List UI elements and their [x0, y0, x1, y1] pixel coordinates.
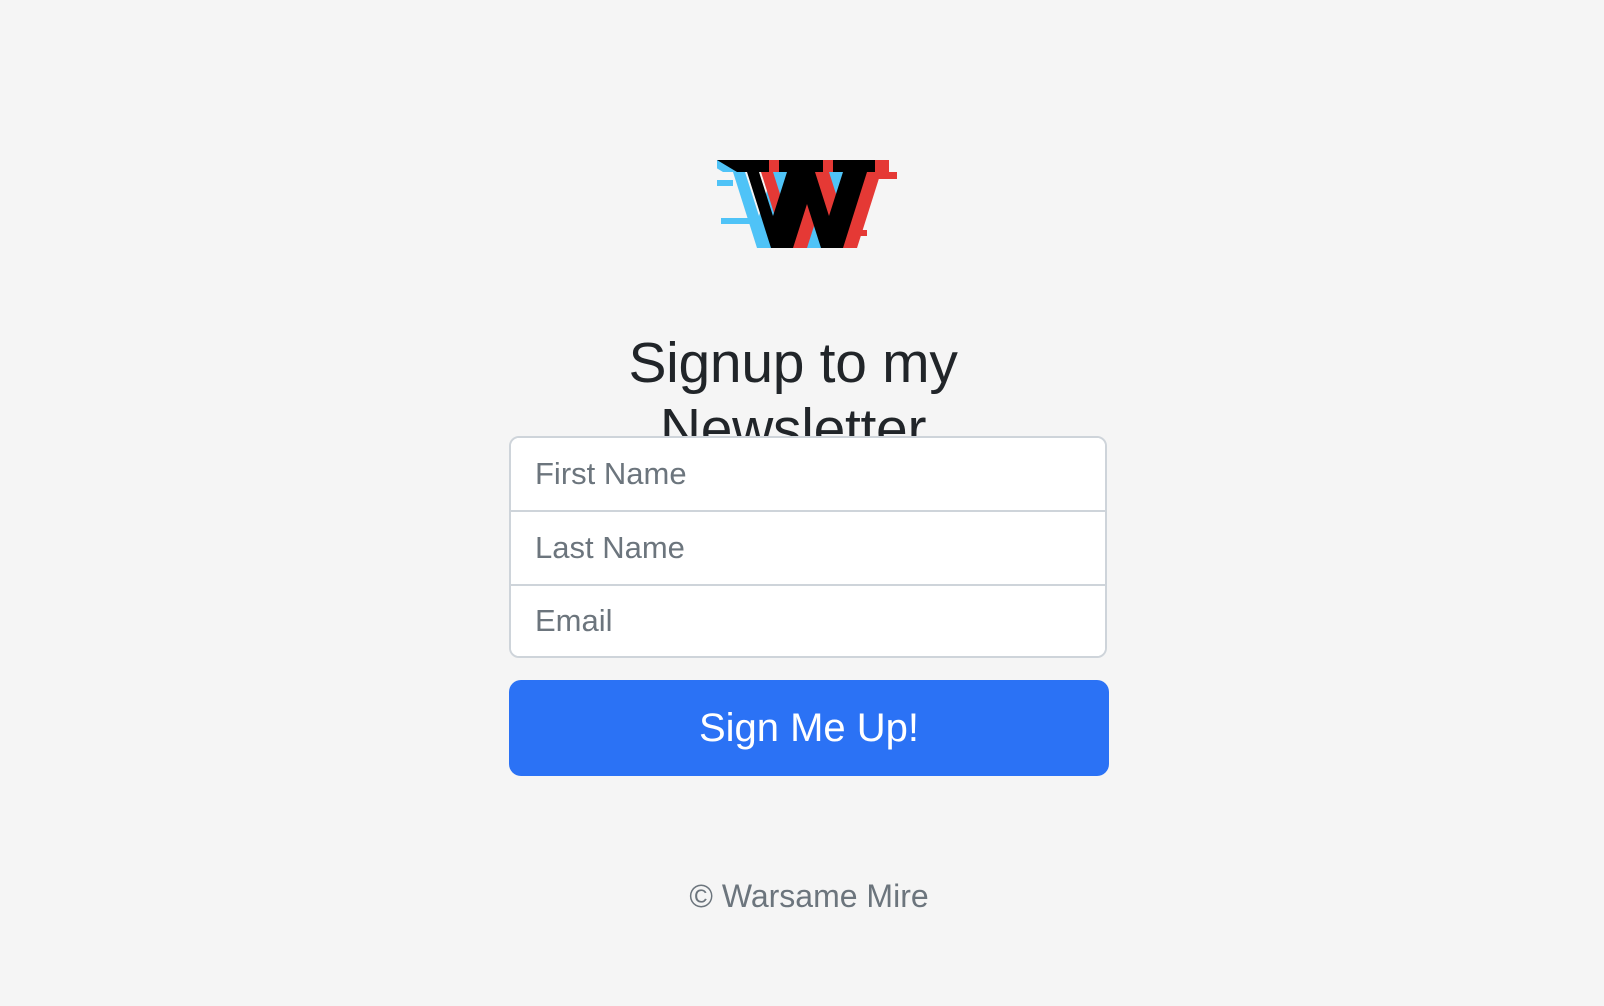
sign-up-button[interactable]: Sign Me Up!: [509, 680, 1109, 776]
signup-page: Signup to my Newsletter Sign Me Up! © Wa…: [0, 0, 1604, 1006]
logo-w-icon: [717, 160, 897, 248]
first-name-input[interactable]: [511, 438, 1105, 512]
last-name-input[interactable]: [511, 512, 1105, 586]
copyright-footer: © Warsame Mire: [689, 878, 929, 914]
email-input[interactable]: [511, 586, 1105, 656]
signup-form: [509, 436, 1107, 658]
